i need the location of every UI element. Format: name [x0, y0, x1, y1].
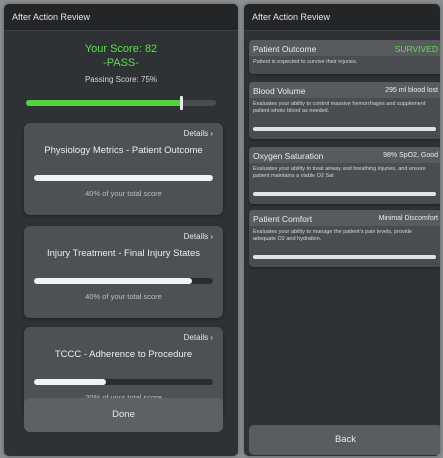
metric-description: Patient is expected to survive their inj… — [253, 59, 358, 65]
pass-result: -PASS- — [103, 57, 139, 69]
card-progress-fill — [34, 175, 213, 181]
metric-blood-volume: Blood Volume 295 ml blood lost Evaluates… — [249, 82, 440, 139]
score-progress-bar — [26, 96, 216, 110]
card-title: Injury Treatment - Final Injury States — [46, 248, 201, 259]
details-button[interactable]: Details › — [184, 333, 213, 342]
metric-oxygen-saturation: Oxygen Saturation 98% SpO2, Good Evaluat… — [249, 147, 440, 204]
panel-title: After Action Review — [244, 4, 440, 31]
metric-value: SURVIVED — [394, 44, 438, 54]
card-injury-treatment: Details › Injury Treatment - Final Injur… — [24, 226, 223, 318]
metric-label: Blood Volume — [253, 86, 306, 96]
metric-patient-comfort: Patient Comfort Minimal Discomfort Evalu… — [249, 210, 440, 267]
card-progress-fill — [34, 379, 106, 385]
back-button[interactable]: Back — [249, 425, 440, 455]
card-title: Physiology Metrics - Patient Outcome — [44, 145, 203, 156]
card-weight-label: 40% of your total score — [85, 292, 162, 301]
metric-value: 98% SpO2, Good — [383, 152, 438, 159]
after-action-review-panel: After Action Review Your Score: 82 -PASS… — [4, 4, 238, 456]
passing-score: Passing Score: 75% — [84, 75, 158, 84]
panel-title: After Action Review — [4, 4, 238, 31]
card-title: TCCC - Adherence to Procedure — [54, 349, 193, 360]
metric-label: Patient Comfort — [253, 214, 313, 224]
metric-bar — [253, 255, 436, 259]
details-button[interactable]: Details › — [184, 129, 213, 138]
metric-label: Oxygen Saturation — [253, 151, 324, 161]
metric-description: Evaluates your ability to manage the pat… — [253, 229, 413, 242]
details-button[interactable]: Details › — [184, 232, 213, 241]
metric-description: Evaluates your ability to control massiv… — [253, 101, 426, 114]
card-physiology-metrics: Details › Physiology Metrics - Patient O… — [24, 123, 223, 215]
score-progress-fill — [26, 100, 182, 106]
metric-value: Minimal Discomfort — [378, 215, 438, 222]
metric-label: Patient Outcome — [253, 44, 317, 54]
metric-bar — [253, 127, 436, 131]
card-progress-bar — [34, 278, 213, 284]
metric-value: 295 ml blood lost — [385, 87, 438, 94]
card-progress-bar — [34, 175, 213, 181]
done-button[interactable]: Done — [24, 398, 223, 432]
card-weight-label: 40% of your total score — [85, 189, 162, 198]
metric-patient-outcome: Patient Outcome SURVIVED Patient is expe… — [249, 40, 440, 74]
card-progress-fill — [34, 278, 192, 284]
after-action-review-detail-panel: After Action Review Patient Outcome SURV… — [244, 4, 440, 456]
metric-bar — [253, 192, 436, 196]
metric-description: Evaluates your ability to treat airway a… — [253, 166, 426, 179]
passing-threshold-marker — [179, 96, 183, 110]
card-progress-bar — [34, 379, 213, 385]
your-score: Your Score: 82 — [84, 43, 158, 55]
